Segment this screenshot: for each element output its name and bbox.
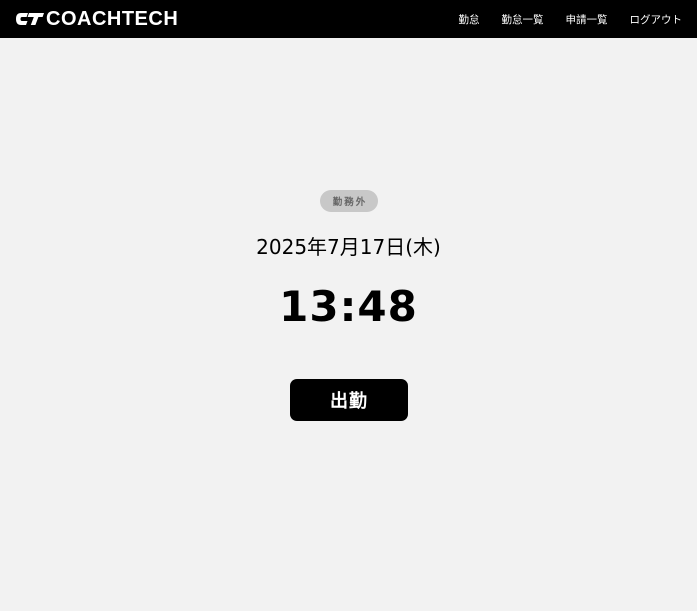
nav-logout[interactable]: ログアウト [630,12,683,27]
top-header: COACHTECH 勤怠 勤怠一覧 申請一覧 ログアウト [0,0,697,38]
current-time: 13:48 [279,282,418,331]
nav-attendance-list[interactable]: 勤怠一覧 [502,12,544,27]
attendance-main: 勤務外 2025年7月17日(木) 13:48 出勤 [0,38,697,611]
main-nav: 勤怠 勤怠一覧 申請一覧 ログアウト [437,12,683,27]
nav-request-list[interactable]: 申請一覧 [566,12,608,27]
coachtech-logo[interactable]: COACHTECH [14,0,178,38]
ct-logo-icon [16,13,44,25]
logo-wordmark: COACHTECH [46,8,179,30]
current-date: 2025年7月17日(木) [256,235,441,259]
clock-in-button[interactable]: 出勤 [290,379,408,421]
nav-attendance[interactable]: 勤怠 [459,12,480,27]
status-badge: 勤務外 [320,190,378,212]
